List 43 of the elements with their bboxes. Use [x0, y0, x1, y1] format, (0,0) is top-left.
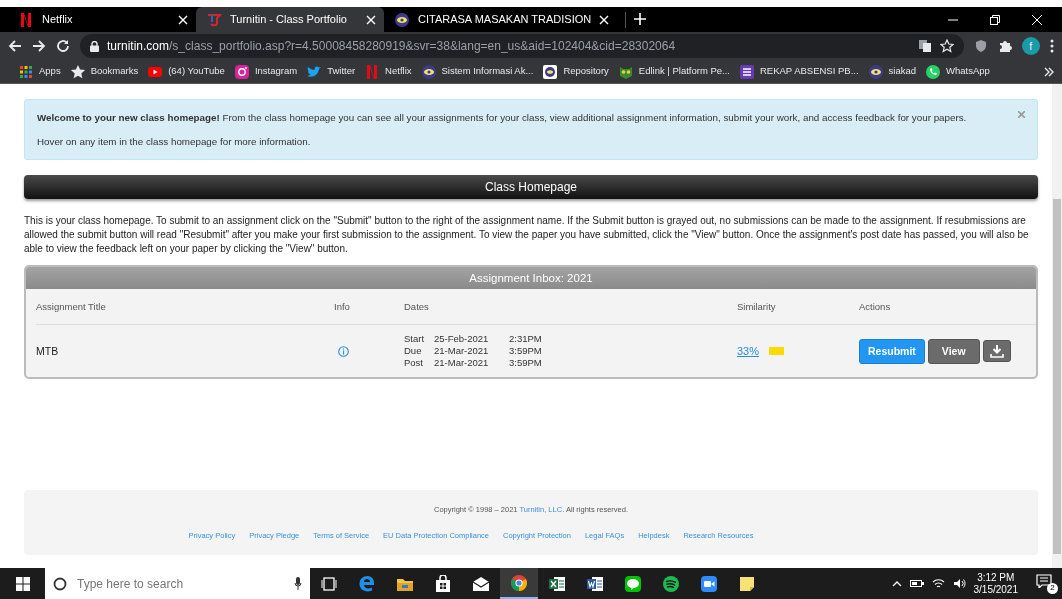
bookmark[interactable]: WhatsApp: [925, 63, 990, 80]
bookmark[interactable]: (64) YouTube: [147, 63, 225, 80]
panel-title: Assignment Inbox: 2021: [26, 267, 1036, 290]
assignment-title: MTB: [36, 343, 59, 359]
taskbar-search-bar[interactable]: Type here to search: [45, 568, 310, 599]
date-value: 21-Mar-2021: [434, 357, 490, 370]
time-value: 3:59PM: [509, 345, 542, 358]
view-button[interactable]: View: [927, 338, 980, 365]
bookmark[interactable]: Repository: [542, 63, 609, 80]
browser-tab[interactable]: Turnitin - Class Portfolio: [196, 7, 384, 32]
bookmark[interactable]: Edlink | Platform Pe...: [617, 63, 730, 80]
browser-tab[interactable]: CITARASA MASAKAN TRADISION: [384, 7, 618, 32]
url-text: turnitin.com/s_class_portfolio.asp?r=4.50008458280919&svr=38&lang=en_us&aid=102404&cid=28302064: [107, 38, 676, 55]
bookmark[interactable]: Sistem Informasi Ak...: [420, 63, 534, 80]
bookmark[interactable]: Netflix: [364, 63, 412, 80]
date-value: 25-Feb-2021: [434, 333, 490, 346]
notification-center-button[interactable]: 2: [1036, 573, 1056, 594]
time-value: 3:59PM: [509, 357, 542, 370]
time-value: 2:31PM: [509, 333, 542, 346]
section-header: Class Homepage: [24, 175, 1038, 200]
date-label: Post: [404, 357, 424, 370]
taskbar-clock[interactable]: 3:12 PM 3/15/2021: [973, 571, 1018, 596]
address-bar[interactable]: turnitin.com/s_class_portfolio.asp?r=4.50008458280919&svr=38&lang=en_us&aid=102404&cid=28302064: [80, 34, 964, 58]
bookmark[interactable]: Bookmarks: [69, 63, 139, 80]
bookmark[interactable]: Twitter: [306, 63, 356, 80]
search-field[interactable]: Type here to search: [75, 573, 286, 594]
bookmark[interactable]: siakad: [867, 63, 916, 80]
date-label: Due: [404, 345, 423, 358]
date-value: 21-Mar-2021: [434, 345, 490, 358]
welcome-message: Welcome to your new class homepage! From the class homepage you can see all your assignments for your class, view additional assignment information, submit your work, and access feedback for your papers.: [37, 111, 968, 125]
column-header: Similarity: [737, 299, 776, 314]
bookmark[interactable]: Instagram: [233, 63, 298, 80]
bookmark[interactable]: Apps: [18, 63, 61, 80]
column-header: Dates: [404, 299, 429, 314]
column-header: Info: [334, 299, 350, 314]
date-label: Start: [404, 333, 426, 346]
browser-tab[interactable]: Netflix: [8, 7, 196, 32]
notification-count: 2: [1047, 582, 1058, 594]
column-header: Actions: [859, 299, 891, 314]
description-text: This is your class homepage. To submit to an assignment click on the "Submit" button to the right of the assignment name. If the Submit button is grayed out, no submissions can be made to the assignment. If resubmissions are allowed the submit button will read "Resubmit" after you make your first submission to the assignment. To view the paper you have submitted, click the "View" button. Once the assignment's post date has passed, you will also be able to view the feedback left on your paper by clicking the "View" button.: [24, 214, 1030, 257]
column-header: Assignment Title: [36, 299, 106, 314]
bookmark[interactable]: REKAP ABSENSI PB...: [739, 63, 859, 80]
hover-hint: Hover on any item in the class homepage for more information.: [37, 134, 312, 149]
